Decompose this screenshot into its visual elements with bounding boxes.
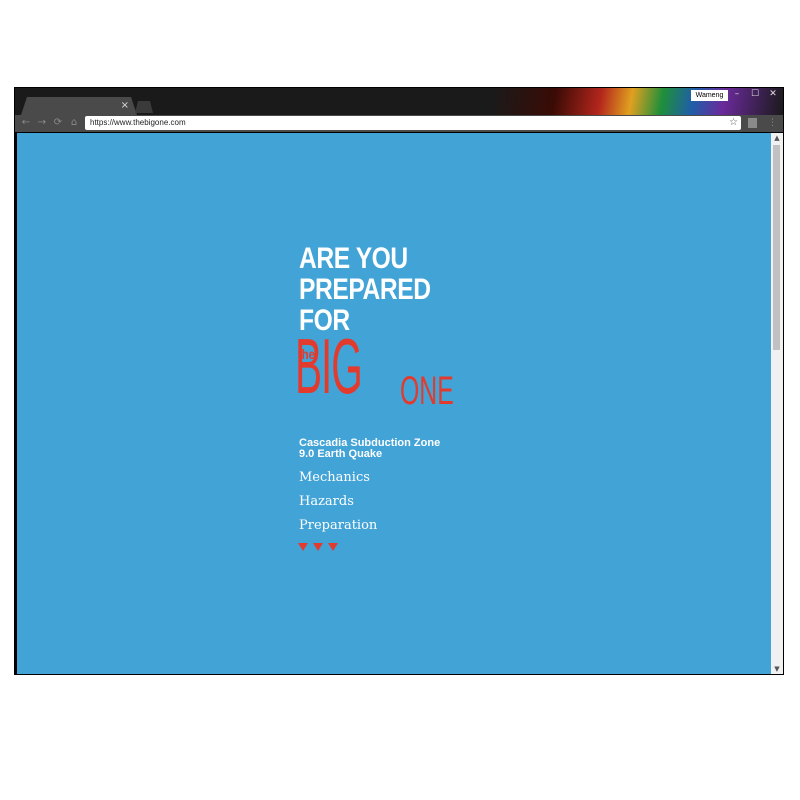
vertical-scrollbar[interactable]: ▲ ▼: [771, 133, 783, 674]
scroll-up-icon[interactable]: ▲: [771, 133, 783, 143]
url-text: https://www.thebigone.com: [90, 118, 186, 127]
browser-tab[interactable]: ×: [21, 97, 137, 115]
headline-line: PREPARED: [299, 273, 431, 306]
minimize-icon[interactable]: –: [728, 88, 746, 100]
subtitle-line: 9.0 Earth Quake: [299, 448, 383, 460]
maximize-icon[interactable]: ☐: [746, 88, 764, 100]
address-bar[interactable]: https://www.thebigone.com ☆: [85, 116, 741, 130]
close-window-icon[interactable]: ✕: [764, 88, 782, 100]
headline-line: ARE YOU: [299, 242, 408, 275]
browser-window: × Wameng – ☐ ✕ ← → ⟳ ⌂ https://www.thebi…: [14, 87, 784, 675]
profile-name[interactable]: Wameng: [691, 90, 728, 101]
menu-icon[interactable]: ⋮: [768, 116, 777, 130]
scroll-thumb[interactable]: [773, 145, 780, 350]
scroll-down-icon[interactable]: ▼: [771, 664, 783, 674]
down-arrow-icon: [298, 543, 308, 551]
nav-link-preparation[interactable]: Preparation: [299, 514, 377, 538]
nav-link-hazards[interactable]: Hazards: [299, 490, 377, 514]
section-nav: Mechanics Hazards Preparation: [299, 466, 377, 538]
scroll-down-arrows[interactable]: [298, 543, 338, 551]
forward-icon[interactable]: →: [35, 116, 49, 130]
logo-big: BIG: [295, 322, 363, 410]
home-icon[interactable]: ⌂: [67, 116, 81, 130]
title-bar: × Wameng – ☐ ✕: [15, 88, 783, 115]
down-arrow-icon: [313, 543, 323, 551]
subtitle: Cascadia Subduction Zone 9.0 Earth Quake: [299, 438, 539, 460]
down-arrow-icon: [328, 543, 338, 551]
tab-close-icon[interactable]: ×: [121, 99, 129, 113]
reload-icon[interactable]: ⟳: [51, 116, 65, 130]
back-icon[interactable]: ←: [19, 116, 33, 130]
new-tab-button[interactable]: [135, 101, 153, 113]
page-viewport: ARE YOU PREPARED FOR the BIG ONE Cascadi…: [17, 133, 771, 674]
bookmark-star-icon[interactable]: ☆: [729, 116, 738, 130]
extension-icon[interactable]: [748, 118, 757, 128]
browser-toolbar: ← → ⟳ ⌂ https://www.thebigone.com ☆ ⋮: [15, 115, 783, 132]
nav-link-mechanics[interactable]: Mechanics: [299, 466, 377, 490]
logo-one: ONE: [400, 369, 454, 413]
